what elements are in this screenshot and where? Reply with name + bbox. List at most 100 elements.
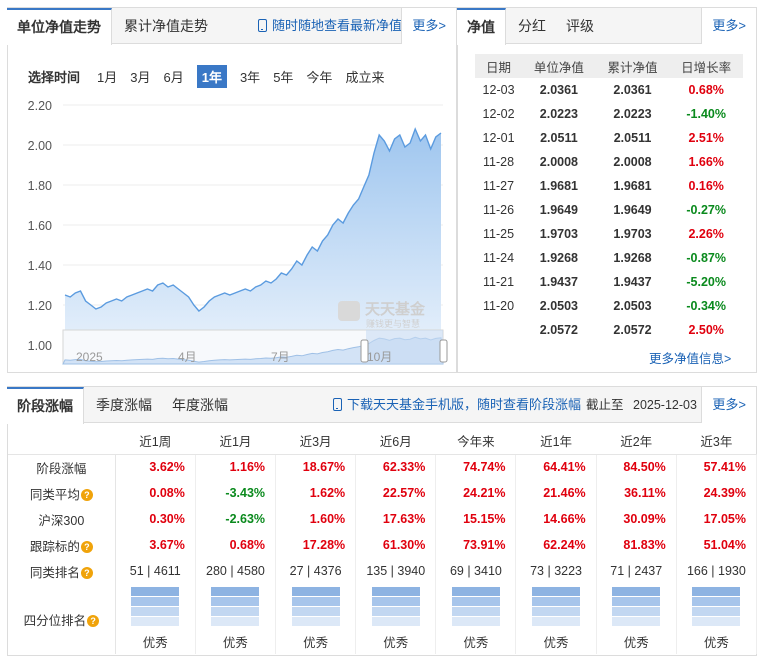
row-label: 同类平均 (29, 487, 80, 502)
tab-cumulative-nav-trend[interactable]: 累计净值走势 (114, 8, 218, 44)
perf-column-header: 今年来 (435, 428, 516, 455)
nav-daily-change: 2.26% (688, 227, 724, 241)
quartile-segment (211, 607, 260, 616)
quartile-segment (451, 597, 500, 606)
help-icon[interactable]: ? (80, 488, 93, 501)
perf-value: 0.68% (195, 532, 277, 558)
as-of-value: 2025-12-03 (633, 398, 697, 412)
nav-cumulative-value: 1.9681 (613, 179, 652, 193)
nav-unit-value: 2.0511 (540, 131, 578, 145)
perf-row: 跟踪标的? 3.67% 0.68% 17.28% 61.30% 73.91% 62.24% 8… (8, 532, 758, 558)
rank-row: 同类排名? 51 | 4611 280 | 4580 27 | 4376 135 | 3… (8, 558, 758, 584)
nav-cumulative-value: 2.0008 (613, 155, 652, 169)
perf-value: 36.11% (596, 480, 677, 506)
navigator-handle[interactable] (439, 339, 448, 363)
perf-more-link[interactable]: 更多> (701, 387, 756, 423)
quartile-bar (371, 587, 420, 626)
tab-quarterly-return[interactable]: 季度涨幅 (86, 387, 162, 423)
nav-date: 11-27 (483, 179, 515, 193)
help-icon[interactable]: ? (80, 540, 93, 553)
quartile-segment (692, 587, 741, 596)
row-label: 四分位排名 (23, 613, 87, 628)
nav-more-link[interactable]: 更多> (701, 8, 756, 44)
chart-tabbar: 单位净值走势 累计净值走势 随时随地查看最新净值 更多> (7, 8, 456, 45)
perf-value: 17.63% (355, 506, 437, 532)
nav-table-row: 11-28 2.0008 2.0008 1.66% (475, 150, 743, 174)
perf-value: 73.91% (435, 532, 517, 558)
as-of-date: 截止至 2025-12-03 (576, 387, 707, 423)
tab-dividend[interactable]: 分红 (508, 8, 556, 44)
y-tick-label: 1.20 (28, 299, 52, 313)
perf-value: 74.74% (435, 454, 517, 480)
nav-trend-panel: 单位净值走势 累计净值走势 随时随地查看最新净值 更多> 选择时间 1月 3月 6月 1… (7, 7, 457, 373)
perf-value: 3.62% (115, 454, 196, 480)
quartile-segment (371, 597, 420, 606)
as-of-label: 截止至 (586, 398, 624, 412)
perf-row-header: 跟踪标的? (8, 532, 116, 558)
quartile-label: 优秀 (222, 636, 248, 650)
nav-date: 11-28 (483, 155, 515, 169)
nav-cumulative-value: 1.9437 (613, 275, 652, 289)
chart-more-link[interactable]: 更多> (401, 8, 456, 44)
quartile-segment (211, 617, 260, 626)
nav-table-row: 12-01 2.0511 2.0511 2.51% (475, 126, 743, 150)
quartile-cell: 优秀 (596, 584, 677, 654)
quartile-segment (371, 617, 420, 626)
nav-daily-change: -0.34% (686, 299, 726, 313)
quartile-segment (612, 607, 661, 616)
quartile-segment (211, 597, 260, 606)
nav-cumulative-value: 2.0361 (613, 83, 652, 97)
perf-column-header: 近1月 (195, 428, 276, 455)
tab-stage-return[interactable]: 阶段涨幅 (7, 387, 84, 424)
nav-table: 日期 单位净值 累计净值 日增长率 12-03 2.0361 2.0361 0.68% 12-0… (475, 54, 743, 342)
quartile-bar (692, 587, 741, 626)
nav-date: 11-20 (483, 299, 515, 313)
nav-table-row: 12-03 2.0361 2.0361 0.68% (475, 78, 743, 102)
perf-value: 64.41% (515, 454, 597, 480)
perf-value: 21.46% (515, 480, 597, 506)
perf-value: 17.28% (275, 532, 357, 558)
tab-unit-nav-trend[interactable]: 单位净值走势 (7, 8, 112, 45)
perf-promo-link[interactable]: 下载天天基金手机版，随时查看阶段涨幅 (323, 387, 591, 423)
quartile-segment (451, 607, 500, 616)
nav-date: 11-21 (483, 275, 515, 289)
nav-cumulative-value: 1.9703 (613, 227, 652, 241)
promo-link[interactable]: 随时随地查看最新净值 (248, 8, 412, 44)
perf-row-header: 同类平均? (8, 480, 116, 506)
nav-daily-change: -0.27% (686, 203, 726, 217)
perf-value: 3.67% (115, 532, 196, 558)
quartile-label: 优秀 (543, 636, 569, 650)
quartile-bar (612, 587, 661, 626)
help-icon[interactable]: ? (87, 614, 100, 627)
perf-value: 24.39% (676, 480, 758, 506)
more-nav-info-link[interactable]: 更多净值信息> (649, 348, 731, 367)
navigator-handle[interactable] (360, 339, 369, 363)
quartile-row-header: 四分位排名? (8, 584, 116, 654)
perf-column-header: 近3年 (676, 428, 757, 455)
rank-value: 280 | 4580 (195, 558, 277, 584)
quartile-segment (532, 607, 581, 616)
tab-net-value[interactable]: 净值 (457, 8, 506, 45)
tab-annual-return[interactable]: 年度涨幅 (162, 387, 238, 423)
perf-value: -2.63% (195, 506, 277, 532)
quartile-segment (692, 597, 741, 606)
nav-chart: 2.20 2.00 1.80 1.60 1.40 1.20 1.00 天天基金赚钱更与智慧 20… (28, 99, 448, 365)
perf-column-header: 近6月 (355, 428, 436, 455)
nav-table-row: 11-27 1.9681 1.9681 0.16% (475, 174, 743, 198)
nav-column-header: 累计净值 (595, 54, 670, 78)
nav-daily-change: -1.40% (686, 107, 726, 121)
rank-value: 51 | 4611 (115, 558, 196, 584)
perf-value: 17.05% (676, 506, 758, 532)
perf-column-header: 近1年 (515, 428, 597, 455)
quartile-label: 优秀 (463, 636, 489, 650)
quartile-bar (211, 587, 260, 626)
help-icon[interactable]: ? (80, 566, 93, 579)
perf-row-header: 沪深300 (8, 506, 116, 532)
perf-row-header: 阶段涨幅 (8, 454, 116, 480)
nav-date: 12-02 (482, 107, 515, 121)
perf-value: 0.08% (115, 480, 196, 506)
tab-rating[interactable]: 评级 (556, 8, 604, 44)
quartile-segment (612, 597, 661, 606)
perf-value: 18.67% (275, 454, 357, 480)
perf-value: 81.83% (596, 532, 677, 558)
